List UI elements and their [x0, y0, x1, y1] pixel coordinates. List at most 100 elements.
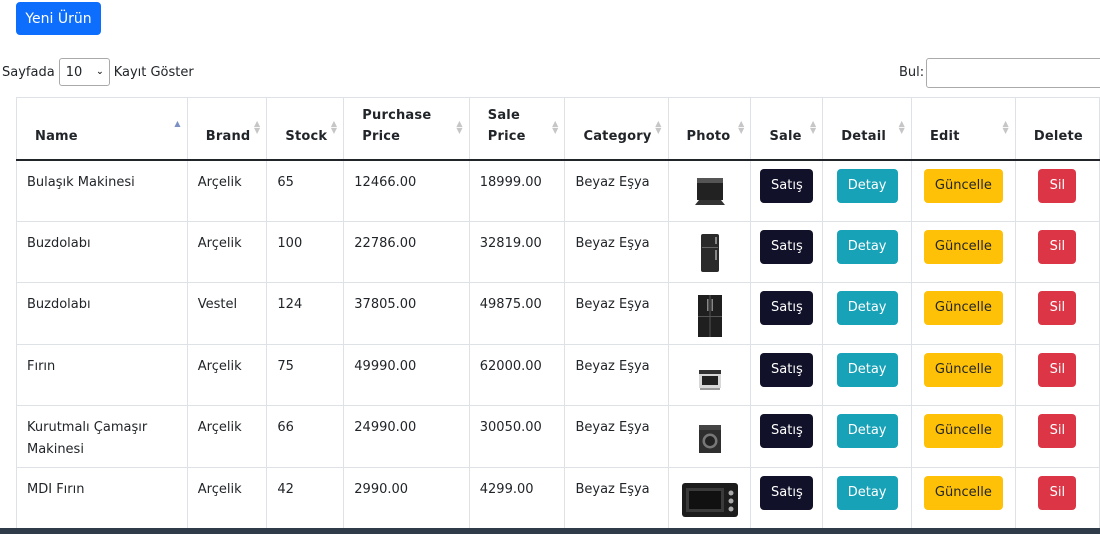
cell-name: Kurutmalı Çamaşır Makinesi [16, 405, 188, 468]
sort-icon: ▲ ▼ [898, 119, 905, 135]
new-product-button[interactable]: Yeni Ürün [16, 2, 101, 35]
cell-sale-action: Satış [750, 466, 824, 529]
cell-photo [667, 220, 752, 283]
double-fridge-icon [697, 295, 722, 337]
cell-category: Beyaz Eşya [564, 466, 669, 529]
detail-button[interactable]: Detay [836, 291, 898, 325]
header-sale-price[interactable]: Sale Price ▲ ▼ [468, 97, 566, 161]
cell-sale-action: Satış [750, 405, 824, 468]
cell-sale-action: Satış [750, 159, 824, 222]
header-delete[interactable]: Delete [1014, 97, 1100, 161]
cell-delete-action: Sil [1014, 159, 1100, 222]
cell-delete-action: Sil [1014, 282, 1100, 345]
cell-category: Beyaz Eşya [564, 159, 669, 222]
cell-name: Fırın [16, 343, 188, 406]
cell-category: Beyaz Eşya [564, 405, 669, 468]
edit-button[interactable]: Güncelle [923, 229, 1003, 264]
header-edit[interactable]: Edit ▲ ▼ [910, 97, 1016, 161]
edit-button[interactable]: Güncelle [923, 352, 1003, 387]
mini-oven-icon [681, 482, 738, 517]
sort-icon: ▲ ▼ [254, 119, 261, 135]
sale-button[interactable]: Satış [760, 168, 814, 203]
header-detail[interactable]: Detail ▲ ▼ [822, 97, 912, 161]
cell-detail-action: Detay [822, 220, 912, 283]
cell-name: MDI Fırın [16, 466, 188, 529]
cell-stock: 75 [266, 343, 345, 406]
cell-stock: 124 [266, 282, 345, 345]
detail-button[interactable]: Detay [836, 229, 898, 264]
cell-brand: Arçelik [186, 220, 268, 283]
delete-button[interactable]: Sil [1038, 229, 1077, 264]
header-sale[interactable]: Sale ▲ ▼ [750, 97, 824, 161]
delete-button[interactable]: Sil [1038, 414, 1077, 448]
detail-button[interactable]: Detay [836, 168, 898, 203]
sale-button[interactable]: Satış [760, 475, 814, 510]
cell-brand: Arçelik [186, 159, 268, 222]
sale-button[interactable]: Satış [760, 352, 814, 387]
table-row: Fırın Arçelik 75 49990.00 62000.00 Beyaz… [16, 343, 1100, 406]
cell-sale-price: 4299.00 [468, 466, 566, 529]
cell-purchase-price: 24990.00 [343, 405, 470, 468]
sale-button[interactable]: Satış [760, 291, 814, 325]
header-category[interactable]: Category ▲ ▼ [564, 97, 669, 161]
products-table: Name ▲ Brand ▲ ▼ Stock ▲ ▼ Purchase Price ▲ ▼ Sa… [16, 97, 1100, 529]
cell-edit-action: Güncelle [910, 343, 1016, 406]
page-length-prefix: Sayfada [2, 64, 55, 80]
cell-purchase-price: 37805.00 [343, 282, 470, 345]
detail-button[interactable]: Detay [836, 414, 898, 448]
sort-asc-icon: ▲ [174, 119, 181, 128]
header-brand[interactable]: Brand ▲ ▼ [186, 97, 268, 161]
cell-detail-action: Detay [822, 343, 912, 406]
cell-sale-action: Satış [750, 220, 824, 283]
page-length-suffix: Kayıt Göster [113, 64, 194, 80]
edit-button[interactable]: Güncelle [923, 414, 1003, 448]
sale-button[interactable]: Satış [760, 414, 814, 448]
cell-sale-price: 32819.00 [468, 220, 566, 283]
cell-brand: Arçelik [186, 343, 268, 406]
cell-purchase-price: 2990.00 [343, 466, 470, 529]
chevron-down-icon: ⌄ [96, 67, 104, 77]
cell-detail-action: Detay [822, 159, 912, 222]
cell-detail-action: Detay [822, 466, 912, 529]
page-length-select[interactable]: 10 ⌄ [58, 58, 110, 86]
edit-button[interactable]: Güncelle [923, 168, 1003, 203]
cell-purchase-price: 12466.00 [343, 159, 470, 222]
delete-button[interactable]: Sil [1038, 168, 1077, 203]
cell-sale-action: Satış [750, 343, 824, 406]
header-name[interactable]: Name ▲ [16, 97, 188, 161]
delete-button[interactable]: Sil [1038, 475, 1077, 510]
cell-detail-action: Detay [822, 405, 912, 468]
delete-button[interactable]: Sil [1038, 291, 1077, 325]
sort-icon: ▲ ▼ [1002, 119, 1009, 135]
header-purchase-price[interactable]: Purchase Price ▲ ▼ [343, 97, 470, 161]
fridge-icon [700, 233, 719, 272]
cell-purchase-price: 22786.00 [343, 220, 470, 283]
cell-edit-action: Güncelle [910, 466, 1016, 529]
cell-delete-action: Sil [1014, 220, 1100, 283]
cell-name: Buzdolabı [16, 282, 188, 345]
dishwasher-icon [694, 177, 725, 205]
sort-icon: ▲ ▼ [330, 119, 338, 135]
delete-button[interactable]: Sil [1038, 352, 1077, 387]
cell-stock: 65 [266, 159, 345, 222]
cell-stock: 66 [266, 405, 345, 468]
washer-icon [698, 425, 721, 453]
detail-button[interactable]: Detay [836, 352, 898, 387]
sort-icon: ▲ ▼ [809, 119, 817, 135]
sort-icon: ▲ ▼ [552, 119, 559, 135]
detail-button[interactable]: Detay [836, 475, 898, 510]
header-photo[interactable]: Photo ▲ ▼ [667, 97, 752, 161]
edit-button[interactable]: Güncelle [923, 475, 1003, 510]
sort-icon: ▲ ▼ [738, 119, 745, 135]
table-row: MDI Fırın Arçelik 42 2990.00 4299.00 Bey… [16, 466, 1100, 529]
cell-brand: Vestel [186, 282, 268, 345]
cell-detail-action: Detay [822, 282, 912, 345]
cell-edit-action: Güncelle [910, 220, 1016, 283]
edit-button[interactable]: Güncelle [923, 291, 1003, 325]
page-length-value: 10 [65, 64, 83, 80]
header-stock[interactable]: Stock ▲ ▼ [266, 97, 345, 161]
search-input[interactable] [926, 57, 1100, 88]
table-header-row: Name ▲ Brand ▲ ▼ Stock ▲ ▼ Purchase Price ▲ ▼ Sa… [16, 97, 1100, 161]
cell-delete-action: Sil [1014, 343, 1100, 406]
sale-button[interactable]: Satış [760, 229, 814, 264]
